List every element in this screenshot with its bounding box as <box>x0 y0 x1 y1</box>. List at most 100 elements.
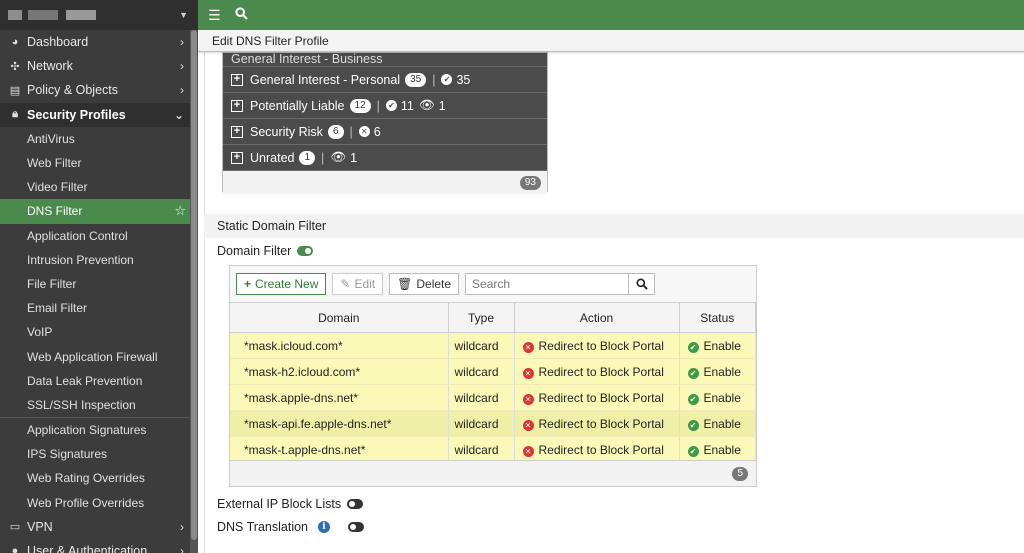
table-row[interactable]: *mask-h2.icloud.com* wildcard ✕ Redirect … <box>230 358 756 385</box>
check-icon: ✔ <box>385 100 397 111</box>
block-icon: ✕ <box>522 393 534 405</box>
sidebar-subitem-data-leak-prevention[interactable]: Data Leak Prevention <box>0 369 198 393</box>
sidebar-item-network[interactable]: ✣ Network › <box>0 54 198 78</box>
device-name-blurred <box>66 10 96 20</box>
device-name-blurred <box>28 10 58 20</box>
sidebar-subitem-ssl-ssh-inspection[interactable]: SSL/SSH Inspection <box>0 393 198 417</box>
sidebar-subitem-intrusion-prevention[interactable]: Intrusion Prevention <box>0 248 198 272</box>
column-header-action[interactable]: Action <box>514 302 680 333</box>
status-cell: ✔ Enable <box>679 332 756 359</box>
action-text: Redirect to Block Portal <box>538 416 664 431</box>
domain-cell: *mask-h2.icloud.com* <box>230 358 449 385</box>
category-row[interactable]: + General Interest - Personal 35 | ✔ 35 <box>223 67 547 93</box>
sidebar-subitem-label: SSL/SSH Inspection <box>27 397 136 412</box>
action-cell: ✕ Redirect to Block Portal <box>514 436 680 463</box>
column-header-status[interactable]: Status <box>679 302 756 333</box>
expand-icon[interactable]: + <box>231 151 243 164</box>
type-cell: wildcard <box>448 384 515 411</box>
sidebar-subitem-video-filter[interactable]: Video Filter <box>0 175 198 199</box>
block-icon: ✕ <box>522 445 534 457</box>
sidebar-item-label: Security Profiles <box>27 107 126 122</box>
page-title: Edit DNS Filter Profile <box>198 30 1024 52</box>
trash-icon: 🗑︎ <box>397 277 413 291</box>
block-icon: ✕ <box>522 367 534 379</box>
sidebar-subitem-application-signatures[interactable]: Application Signatures <box>0 418 198 442</box>
external-ip-toggle[interactable] <box>347 499 364 509</box>
sidebar-item-dashboard[interactable]: ◕ Dashboard › <box>0 30 198 54</box>
type-cell: wildcard <box>448 358 515 385</box>
allow-count: 11 <box>400 98 414 113</box>
divider: | <box>349 124 353 139</box>
sidebar-subitem-email-filter[interactable]: Email Filter <box>0 296 198 320</box>
search-button[interactable] <box>628 274 654 294</box>
sidebar-subitem-ips-signatures[interactable]: IPS Signatures <box>0 442 198 466</box>
row-count-badge: 5 <box>732 467 748 481</box>
device-name-blurred <box>8 10 22 20</box>
sidebar-subitem-web-filter[interactable]: Web Filter <box>0 151 198 175</box>
delete-button[interactable]: 🗑︎ Delete <box>389 273 460 295</box>
expand-icon[interactable]: + <box>231 99 243 112</box>
expand-icon[interactable]: + <box>231 125 243 138</box>
block-icon: ✕ <box>522 341 534 353</box>
column-header-domain[interactable]: Domain <box>230 302 449 333</box>
table-row[interactable]: *mask.icloud.com* wildcard ✕ Redirect to … <box>230 332 756 359</box>
category-row[interactable]: + Potentially Liable 12 | ✔ 11 👁︎ 1 <box>223 93 547 119</box>
sidebar-subitem-dns-filter[interactable]: DNS Filter ☆ <box>0 199 198 224</box>
sidebar-item-policy-objects[interactable]: ▤ Policy & Objects › <box>0 78 198 102</box>
user-icon: ● <box>11 545 19 553</box>
sidebar-item-vpn[interactable]: ▭ VPN › <box>0 515 198 539</box>
check-circle-icon: ✔ <box>687 393 699 405</box>
chevron-down-icon[interactable]: ▼ <box>179 10 188 20</box>
category-row[interactable]: General Interest - Business <box>223 53 547 67</box>
column-header-type[interactable]: Type <box>448 302 515 333</box>
sidebar-item-user-authentication[interactable]: ● User & Authentication › <box>0 539 198 553</box>
expand-icon[interactable]: + <box>231 73 243 86</box>
domain-cell: *mask-t.apple-dns.net* <box>230 436 449 463</box>
policy-icon: ▤ <box>9 84 21 97</box>
star-icon[interactable]: ☆ <box>174 203 186 219</box>
sidebar-subitem-voip[interactable]: VoIP <box>0 320 198 344</box>
edit-button[interactable]: ✎ Edit <box>332 273 384 295</box>
search-input[interactable] <box>466 274 629 294</box>
sidebar: ▼ ◕ Dashboard › ✣ Network › ▤ Policy & O… <box>0 0 198 553</box>
status-text: Enable <box>703 442 741 457</box>
table-row[interactable]: *mask.apple-dns.net* wildcard ✕ Redirect … <box>230 384 756 411</box>
category-label: General Interest - Personal <box>250 72 401 87</box>
device-header[interactable]: ▼ <box>0 0 198 30</box>
sidebar-subitem-file-filter[interactable]: File Filter <box>0 272 198 296</box>
sidebar-subitem-web-application-firewall[interactable]: Web Application Firewall <box>0 344 198 368</box>
chevron-right-icon: › <box>180 544 184 553</box>
eye-icon: 👁︎ <box>330 150 347 164</box>
check-icon: ✔ <box>441 74 453 85</box>
category-row[interactable]: + Unrated 1 | 👁︎ 1 <box>223 145 547 171</box>
sidebar-subitem-label: Intrusion Prevention <box>27 252 134 267</box>
table-row[interactable]: *mask-api.fe.apple-dns.net* wildcard ✕ Re… <box>230 410 756 437</box>
sidebar-scrollbar-thumb[interactable] <box>191 30 197 540</box>
table-row[interactable]: *mask-t.apple-dns.net* wildcard ✕ Redirec… <box>230 436 756 463</box>
type-cell: wildcard <box>448 332 515 359</box>
sidebar-subitem-web-rating-overrides[interactable]: Web Rating Overrides <box>0 466 198 490</box>
network-icon: ✣ <box>10 60 20 73</box>
table-header-row: Domain Type Action Status <box>230 302 756 333</box>
sidebar-item-label: VPN <box>27 519 53 534</box>
sidebar-subitem-application-control[interactable]: Application Control <box>0 224 198 248</box>
action-text: Redirect to Block Portal <box>538 390 664 405</box>
search-icon[interactable] <box>234 7 248 23</box>
hamburger-icon[interactable]: ☰ <box>208 7 221 24</box>
domain-filter-label: Domain Filter <box>217 244 292 258</box>
sidebar-item-security-profiles[interactable]: 🔒︎ Security Profiles ⌄ <box>0 102 198 127</box>
check-circle-icon: ✔ <box>687 367 699 379</box>
category-row[interactable]: + Security Risk 6 | ✕ 6 <box>223 119 547 145</box>
sidebar-subitem-web-profile-overrides[interactable]: Web Profile Overrides <box>0 491 198 515</box>
sidebar-subitem-antivirus[interactable]: AntiVirus <box>0 127 198 151</box>
info-icon[interactable]: i <box>318 521 331 533</box>
sidebar-item-label: Policy & Objects <box>27 83 119 98</box>
dns-translation-row: DNS Translation i <box>217 520 365 534</box>
domain-filter-toggle[interactable] <box>297 246 314 256</box>
category-footer: 93 <box>223 171 547 194</box>
section-header: Static Domain Filter <box>204 214 1024 238</box>
create-new-button[interactable]: + Create New <box>236 273 327 295</box>
domain-filter-row: Domain Filter <box>217 244 314 258</box>
plus-icon: + <box>244 277 252 291</box>
dns-translation-toggle[interactable] <box>348 522 365 532</box>
